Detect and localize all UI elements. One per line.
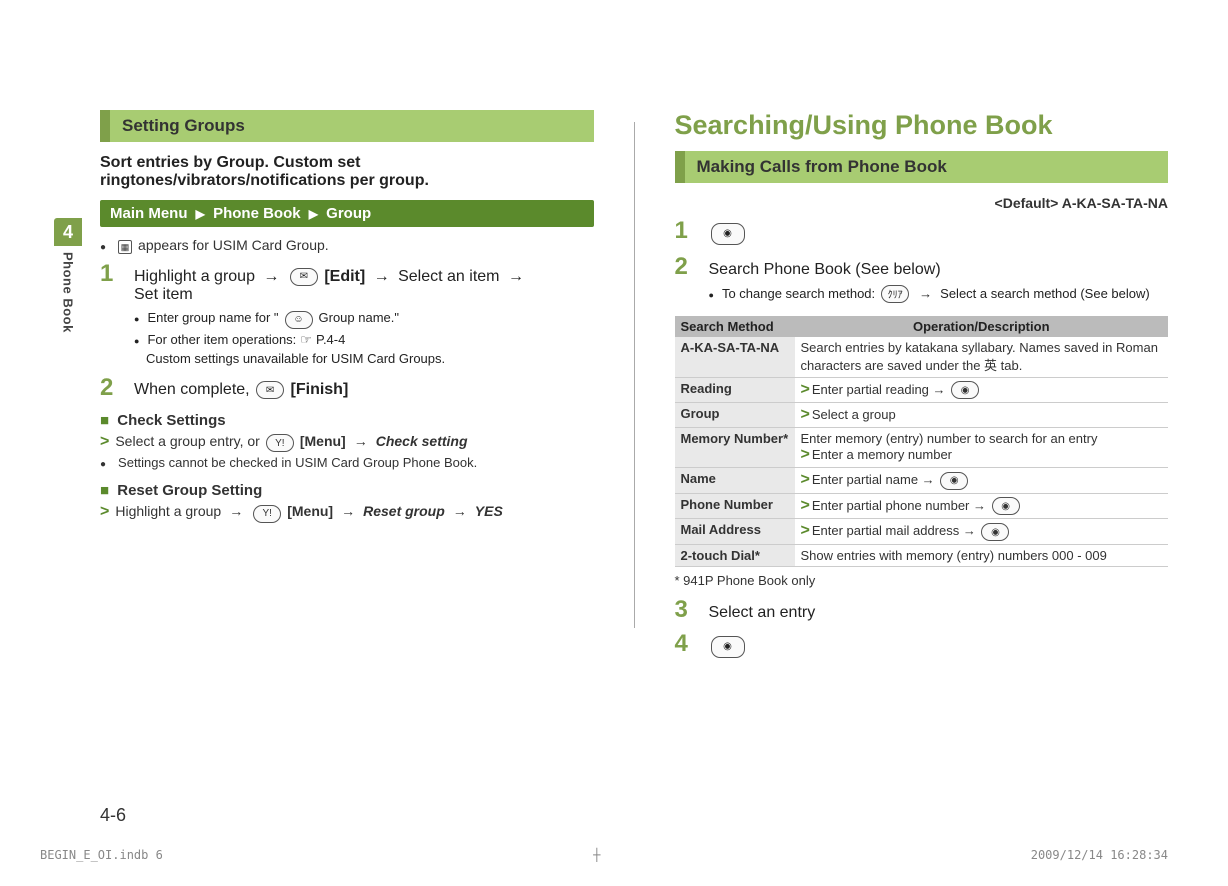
- reset-heading: ■ Reset Group Setting: [100, 482, 594, 499]
- step1-sub3: Custom settings unavailable for USIM Car…: [146, 351, 594, 366]
- table-row: A-KA-SA-TA-NA Search entries by katakana…: [675, 337, 1169, 378]
- gt-icon: >: [100, 433, 109, 451]
- group-icon: ☺: [285, 311, 313, 329]
- step-number: 1: [675, 219, 695, 243]
- footer-filename: BEGIN_E_OI.indb 6: [40, 848, 163, 862]
- usim-note: ▦ appears for USIM Card Group.: [100, 237, 594, 254]
- check-setting-action: Check setting: [376, 433, 468, 449]
- step-number: 2: [675, 255, 695, 279]
- step-4: 4 ◉: [675, 632, 1169, 658]
- table-row: Group >Select a group: [675, 403, 1169, 428]
- mail-key-icon: ✉: [290, 268, 318, 286]
- print-footer: BEGIN_E_OI.indb 6 ┼ 2009/12/14 16:28:34: [0, 848, 1228, 862]
- search-methods-table: Search Method Operation/Description A-KA…: [675, 316, 1169, 567]
- chevron-right-icon: ▶: [196, 207, 205, 221]
- step-number: 3: [675, 598, 695, 622]
- breadcrumb: Main Menu ▶ Phone Book ▶ Group: [100, 200, 594, 227]
- gt-icon: >: [801, 446, 810, 463]
- table-row: Memory Number* Enter memory (entry) numb…: [675, 428, 1169, 468]
- arrow-right-icon: →: [453, 503, 467, 519]
- check-settings-heading: ■ Check Settings: [100, 412, 594, 429]
- nav-main: Main Menu: [110, 205, 188, 222]
- column-divider: [634, 122, 635, 628]
- gt-icon: >: [801, 471, 810, 488]
- arrow-right-icon: →: [354, 433, 368, 449]
- nav-level1: Phone Book: [213, 205, 301, 222]
- right-column: Searching/Using Phone Book Making Calls …: [675, 110, 1169, 668]
- arrow-right-icon: →: [374, 268, 390, 285]
- nav-level2: Group: [326, 205, 371, 222]
- usim-card-icon: ▦: [118, 240, 132, 254]
- arrow-right-icon: →: [229, 503, 243, 519]
- step-1: 1 Highlight a group → ✉ [Edit] → Select …: [100, 262, 594, 366]
- page-number: 4-6: [100, 805, 126, 826]
- crop-mark-icon: ┼: [593, 848, 600, 862]
- arrow-right-icon: →: [508, 268, 524, 285]
- nav-key-icon: ◉: [992, 497, 1020, 515]
- nav-key-icon: ◉: [981, 523, 1009, 541]
- step-number: 2: [100, 376, 120, 400]
- square-bullet-icon: ■: [100, 482, 109, 499]
- left-column: Setting Groups Sort entries by Group. Cu…: [100, 110, 594, 668]
- nav-key-icon: ◉: [940, 472, 968, 490]
- table-row: Phone Number >Enter partial phone number…: [675, 493, 1169, 519]
- footer-timestamp: 2009/12/14 16:28:34: [1031, 848, 1168, 862]
- gt-icon: >: [801, 497, 810, 514]
- reset-line: > Highlight a group → Y! [Menu] → Reset …: [100, 503, 594, 523]
- y-key-icon: Y!: [253, 505, 281, 523]
- reset-group-action: Reset group: [363, 503, 445, 519]
- gt-icon: >: [801, 381, 810, 398]
- finish-label: [Finish]: [291, 382, 349, 399]
- step1-sub2: For other item operations: ☞ P.4-4: [134, 332, 594, 348]
- th-method: Search Method: [675, 316, 795, 337]
- mail-key-icon: ✉: [256, 381, 284, 399]
- square-bullet-icon: ■: [100, 412, 109, 429]
- step1-sub1: Enter group name for " ☺ Group name.": [134, 310, 594, 329]
- gt-icon: >: [801, 522, 810, 539]
- page-ref-icon: ☞: [300, 332, 312, 348]
- table-row: Reading >Enter partial reading → ◉: [675, 377, 1169, 403]
- table-row: 2-touch Dial* Show entries with memory (…: [675, 545, 1169, 567]
- step-2: 2 Search Phone Book (See below) To chang…: [675, 255, 1169, 306]
- y-key-icon: Y!: [266, 434, 294, 452]
- table-row: Mail Address >Enter partial mail address…: [675, 519, 1169, 545]
- step2-sub: To change search method: ｸﾘｱ → Select a …: [709, 285, 1169, 303]
- edit-label: [Edit]: [324, 268, 365, 285]
- table-row: Name >Enter partial name → ◉: [675, 468, 1169, 494]
- th-operation: Operation/Description: [795, 316, 1169, 337]
- intro-text: Sort entries by Group. Custom set ringto…: [100, 154, 594, 190]
- section-heading: Setting Groups: [100, 110, 594, 142]
- call-key-icon: ◉: [711, 636, 745, 658]
- step-2: 2 When complete, ✉ [Finish]: [100, 376, 594, 400]
- step-1: 1 ◉: [675, 219, 1169, 245]
- step-number: 4: [675, 632, 695, 656]
- step-number: 1: [100, 262, 120, 286]
- arrow-right-icon: →: [341, 503, 355, 519]
- check-line: > Select a group entry, or Y! [Menu] → C…: [100, 433, 594, 453]
- check-note: Settings cannot be checked in USIM Card …: [100, 455, 594, 470]
- nav-key-icon: ◉: [951, 381, 979, 399]
- gt-icon: >: [801, 406, 810, 423]
- chevron-right-icon: ▶: [309, 207, 318, 221]
- clear-key-icon: ｸﾘｱ: [881, 285, 909, 303]
- page-title: Searching/Using Phone Book: [675, 110, 1169, 141]
- arrow-right-icon: →: [919, 286, 932, 301]
- table-footnote: * 941P Phone Book only: [675, 573, 1169, 588]
- step-3: 3 Select an entry: [675, 598, 1169, 622]
- section-heading: Making Calls from Phone Book: [675, 151, 1169, 183]
- yes-action: YES: [475, 503, 503, 519]
- arrow-right-icon: →: [263, 268, 279, 285]
- default-label: <Default> A-KA-SA-TA-NA: [675, 195, 1169, 211]
- gt-icon: >: [100, 503, 109, 521]
- nav-down-key-icon: ◉: [711, 223, 745, 245]
